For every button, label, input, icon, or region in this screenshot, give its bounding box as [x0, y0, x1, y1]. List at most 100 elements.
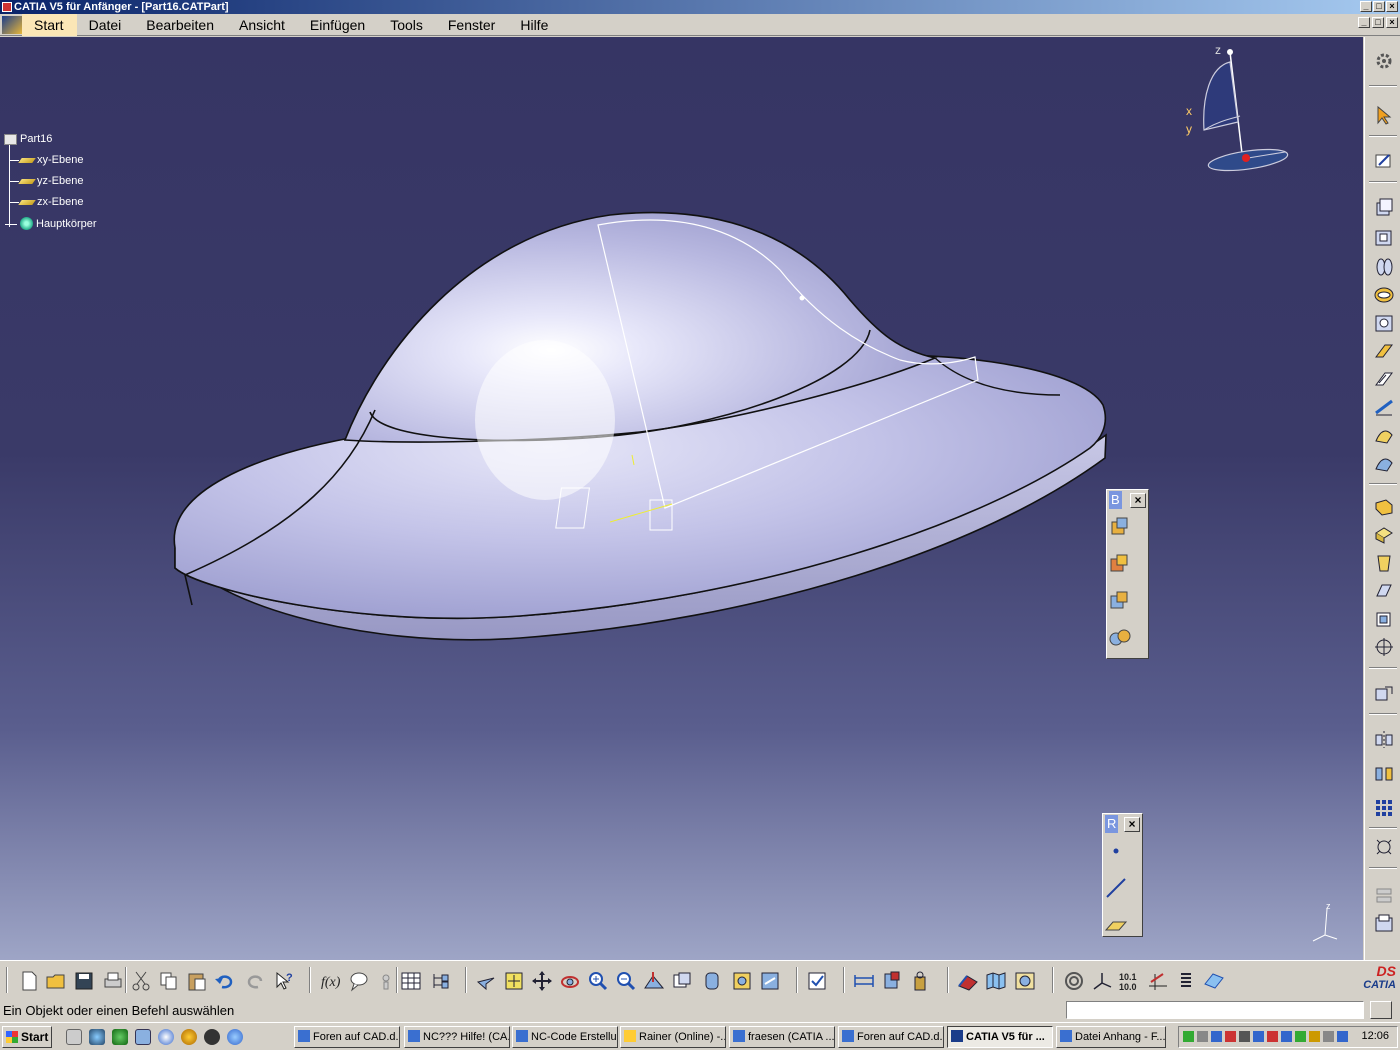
grid-icon[interactable]: 10.110.0	[1118, 970, 1140, 992]
slot-icon[interactable]	[1373, 369, 1395, 389]
taskbar-item-catia[interactable]: CATIA V5 für ...	[947, 1026, 1053, 1048]
taskbar-item-foren-2[interactable]: Foren auf CAD.d...	[838, 1026, 944, 1048]
material-icon[interactable]	[957, 970, 979, 992]
undo-icon[interactable]	[214, 970, 236, 992]
tree-node-part[interactable]: Part16	[4, 133, 52, 145]
boolean-toolbar-title[interactable]: B	[1109, 491, 1122, 509]
power-input-field[interactable]	[1066, 1001, 1364, 1019]
scale-icon[interactable]	[1373, 837, 1395, 857]
compass-widget[interactable]: z x y	[1180, 42, 1290, 177]
pad-icon[interactable]	[1373, 197, 1395, 217]
intersect-icon[interactable]	[1107, 625, 1133, 651]
menu-start[interactable]: Start	[22, 13, 77, 36]
add-icon[interactable]	[1107, 551, 1133, 577]
search-icon[interactable]	[227, 1029, 243, 1045]
tray-app-icon[interactable]	[1239, 1031, 1250, 1042]
hide-show-icon[interactable]	[731, 970, 753, 992]
close-button[interactable]: ×	[1386, 1, 1398, 12]
loft-icon[interactable]	[1373, 425, 1395, 445]
reference-toolbar-close-button[interactable]: ×	[1124, 816, 1140, 832]
menu-hilfe[interactable]: Hilfe	[508, 14, 561, 36]
taskbar-item-nc-code[interactable]: NC-Code Erstellu...	[512, 1026, 618, 1048]
internet-explorer-icon[interactable]	[89, 1029, 105, 1045]
fly-mode-icon[interactable]	[475, 970, 497, 992]
windows-start-button[interactable]: Start	[2, 1026, 52, 1048]
whats-this-help-icon[interactable]: ?	[273, 970, 295, 992]
line-icon[interactable]	[1103, 875, 1129, 901]
info-icon[interactable]	[158, 1029, 174, 1045]
axis-system-icon[interactable]	[1091, 970, 1113, 992]
tray-app-icon[interactable]	[1253, 1031, 1264, 1042]
tray-app-icon[interactable]	[1281, 1031, 1292, 1042]
desktop-icon[interactable]	[66, 1029, 82, 1045]
render-icon[interactable]	[1014, 970, 1036, 992]
knowledge-icon[interactable]	[375, 970, 397, 992]
stiffener-icon[interactable]	[1373, 397, 1395, 417]
doc-close-button[interactable]: ×	[1386, 17, 1398, 28]
tree-expand-icon[interactable]	[430, 970, 452, 992]
doc-restore-button[interactable]: □	[1372, 17, 1384, 28]
translate-icon[interactable]	[1373, 683, 1395, 703]
tray-app-icon[interactable]	[1309, 1031, 1320, 1042]
zoom-in-icon[interactable]	[587, 970, 609, 992]
weight-icon[interactable]	[909, 970, 931, 992]
formula-icon[interactable]: f(x)	[320, 970, 342, 992]
snap-icon[interactable]	[1147, 970, 1169, 992]
point-icon[interactable]	[1103, 838, 1129, 864]
list-icon[interactable]	[1175, 970, 1197, 992]
menu-fenster[interactable]: Fenster	[436, 14, 508, 36]
maximize-button[interactable]: □	[1373, 1, 1385, 12]
map-icon[interactable]	[985, 970, 1007, 992]
part-geometry[interactable]	[0, 37, 1363, 960]
save-icon[interactable]	[73, 970, 95, 992]
shading-icon[interactable]	[701, 970, 723, 992]
zoom-out-icon[interactable]	[615, 970, 637, 992]
taskbar-item-nc-hilfe[interactable]: NC??? Hilfe! (CA...	[404, 1026, 510, 1048]
fit-all-icon[interactable]	[503, 970, 525, 992]
media-player-icon[interactable]	[181, 1029, 197, 1045]
volume-icon[interactable]	[1323, 1031, 1334, 1042]
reference-toolbar-title[interactable]: R	[1105, 815, 1119, 833]
groove-icon[interactable]	[1373, 285, 1395, 305]
swept-icon[interactable]	[1063, 970, 1085, 992]
minimize-button[interactable]: _	[1360, 1, 1372, 12]
pan-icon[interactable]	[531, 970, 553, 992]
swap-space-icon[interactable]	[759, 970, 781, 992]
rotate-icon[interactable]	[559, 970, 581, 992]
remove-icon[interactable]	[1107, 588, 1133, 614]
pattern-icon[interactable]	[1373, 797, 1395, 817]
icq-icon[interactable]	[112, 1029, 128, 1045]
new-file-icon[interactable]	[18, 970, 40, 992]
tree-node-yz-plane[interactable]: yz-Ebene	[18, 175, 83, 187]
redo-icon[interactable]	[244, 970, 266, 992]
mirror-icon[interactable]	[1373, 729, 1395, 749]
hole-icon[interactable]	[1373, 313, 1395, 333]
3d-viewport[interactable]: Part16 xy-Ebene yz-Ebene zx-Ebene Hauptk…	[0, 37, 1363, 960]
cut-icon[interactable]	[130, 970, 152, 992]
edge-fillet-icon[interactable]	[1373, 497, 1395, 517]
print-icon[interactable]	[102, 970, 124, 992]
taskbar-item-datei-anhang[interactable]: Datei Anhang - F...	[1056, 1026, 1166, 1048]
boolean-toolbar[interactable]: B ×	[1106, 489, 1149, 659]
menu-tools[interactable]: Tools	[378, 14, 436, 36]
gear-icon[interactable]	[1373, 51, 1395, 71]
bolt-icon[interactable]	[881, 970, 903, 992]
rib-icon[interactable]	[1373, 341, 1395, 361]
open-folder-icon[interactable]	[45, 970, 67, 992]
tray-app-icon[interactable]	[1295, 1031, 1306, 1042]
symmetry-icon[interactable]	[1373, 763, 1395, 783]
assemble-icon[interactable]	[1107, 514, 1133, 540]
select-arrow-icon[interactable]	[1373, 105, 1395, 125]
taskbar-item-fraesen[interactable]: fraesen (CATIA ...	[729, 1026, 835, 1048]
tree-node-xy-plane[interactable]: xy-Ebene	[18, 154, 83, 166]
tree-node-zx-plane[interactable]: zx-Ebene	[18, 196, 83, 208]
normal-view-icon[interactable]	[643, 970, 665, 992]
tray-app-icon[interactable]	[1337, 1031, 1348, 1042]
table-icon[interactable]	[400, 970, 422, 992]
taskbar-item-rainer[interactable]: Rainer (Online) -...	[620, 1026, 726, 1048]
shell-icon[interactable]	[1373, 581, 1395, 601]
doc-minimize-button[interactable]: _	[1358, 17, 1370, 28]
tree-node-main-body[interactable]: Hauptkörper	[20, 217, 97, 230]
workplane-icon[interactable]	[1203, 970, 1225, 992]
tray-app-icon[interactable]	[1211, 1031, 1222, 1042]
